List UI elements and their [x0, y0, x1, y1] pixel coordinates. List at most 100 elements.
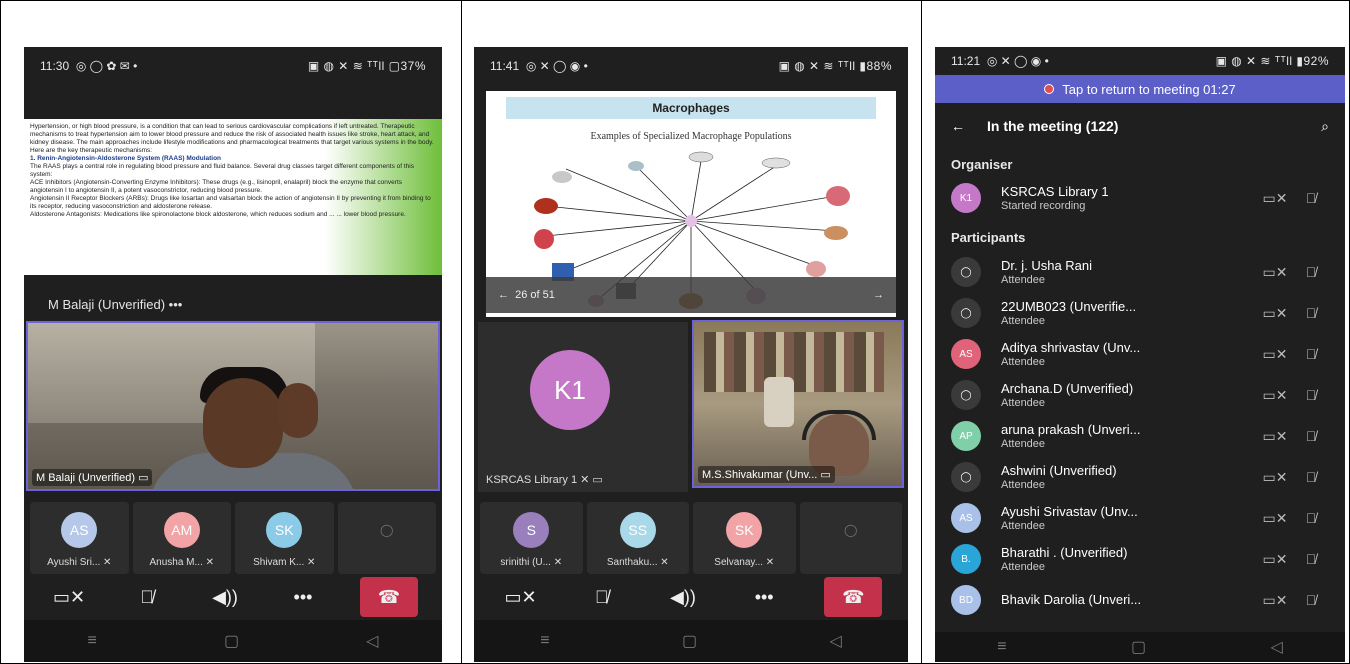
- search-icon[interactable]: ⌕: [1321, 118, 1329, 135]
- avatar: AS: [951, 503, 981, 533]
- android-nav-bar: ≡ ▢ ◁: [24, 620, 442, 662]
- recent-apps-icon[interactable]: ≡: [540, 632, 549, 650]
- participant-row[interactable]: ◯ Ashwini (Unverified) Attendee ▭✕ 🎙̸: [935, 458, 1345, 496]
- participant-video[interactable]: M.S.Shivakumar (Unv... ▭: [692, 320, 904, 488]
- status-bar: 11:41 ◎ ✕ ◯ ◉ • ▣ ◍ ✕ ≋ ᵀᵀll ▮88%: [474, 47, 908, 85]
- organiser-row[interactable]: K1 KSRCAS Library 1 Started recording ▭✕…: [935, 179, 1345, 217]
- participant-row[interactable]: AS Aditya shrivastav (Unv... Attendee ▭✕ 🎙̸: [935, 335, 1345, 373]
- camera-off-icon: ▭✕: [1262, 386, 1288, 403]
- home-icon[interactable]: ▢: [1131, 637, 1146, 657]
- organiser-header: Organiser: [951, 157, 1013, 172]
- participant-tile[interactable]: SS Santhaku... ✕: [586, 502, 689, 574]
- speaker-icon[interactable]: ◀)): [204, 576, 246, 618]
- video-background: [28, 323, 438, 489]
- status-icons: ◎ ✕ ◯ ◉ •: [986, 54, 1049, 68]
- mic-off-icon: 🎙̸: [1305, 305, 1317, 321]
- status-icons: ◎ ✕ ◯ ◉ •: [525, 59, 588, 73]
- mic-off-icon[interactable]: 🎙̸: [126, 576, 168, 618]
- avatar: ◯: [951, 298, 981, 328]
- avatar: ◯: [951, 380, 981, 410]
- participant-tile-name: Selvanay... ✕: [714, 557, 775, 568]
- prev-slide-icon[interactable]: ←: [498, 289, 509, 301]
- participant-tile[interactable]: AS Ayushi Sri... ✕: [30, 502, 129, 574]
- avatar: B.: [951, 544, 981, 574]
- camera-off-icon: ▭✕: [1262, 263, 1288, 280]
- participant-role: Attendee: [1001, 479, 1046, 491]
- avatar: ◯: [951, 257, 981, 287]
- back-arrow-icon[interactable]: ←: [951, 118, 965, 134]
- mic-off-icon: 🎙̸: [1305, 592, 1317, 608]
- next-slide-icon[interactable]: →: [873, 289, 884, 301]
- participant-row[interactable]: ◯ 22UMB023 (Unverifie... Attendee ▭✕ 🎙̸: [935, 294, 1345, 332]
- camera-off-icon[interactable]: ▭✕: [48, 576, 90, 618]
- more-icon[interactable]: •••: [282, 576, 324, 618]
- status-right-icons: ▣ ◍ ✕ ≋ ᵀᵀll ▮88%: [778, 59, 892, 73]
- recent-apps-icon[interactable]: ≡: [88, 632, 97, 650]
- participant-row[interactable]: AP aruna prakash (Unveri... Attendee ▭✕ 🎙̸: [935, 417, 1345, 455]
- slide-navigation: ← 26 of 51 →: [486, 277, 896, 313]
- slide-counter: 26 of 51: [515, 289, 555, 301]
- status-time: 11:30: [40, 59, 70, 73]
- participant-tiles: Ssrinithi (U... ✕ SS Santhaku... ✕ SK Selvan…: [474, 502, 908, 574]
- hangup-button[interactable]: ☎: [824, 577, 883, 617]
- participant-name: Ayushi Srivastav (Unv...: [1001, 504, 1138, 519]
- camera-off-icon: ▭✕: [1262, 509, 1288, 526]
- avatar: AP: [951, 421, 981, 451]
- participant-tile[interactable]: SK Selvanay... ✕: [693, 502, 796, 574]
- avatar: AM: [163, 512, 200, 548]
- slide-paragraph: 1. Renin-Angiotensin-Aldosterone System …: [30, 155, 222, 162]
- participant-row[interactable]: ◯ Archana.D (Unverified) Attendee ▭✕ 🎙̸: [935, 376, 1345, 414]
- mic-off-icon: 🎙̸: [1305, 190, 1317, 206]
- slide-paragraph: Aldosterone Antagonists: Medications lik…: [30, 211, 406, 218]
- mic-off-icon: 🎙̸: [1305, 551, 1317, 567]
- home-icon[interactable]: ▢: [224, 631, 239, 651]
- hangup-button[interactable]: ☎: [360, 577, 418, 617]
- camera-off-icon: ▭✕: [1262, 591, 1288, 608]
- participant-role: Attendee: [1001, 438, 1046, 450]
- slide-paragraph: Hypertension, or high blood pressure, is…: [30, 123, 434, 154]
- participant-row[interactable]: AS Ayushi Srivastav (Unv... Attendee ▭✕ 🎙̸: [935, 499, 1345, 537]
- back-icon[interactable]: ◁: [829, 631, 841, 651]
- participant-tile[interactable]: Ssrinithi (U... ✕: [480, 502, 583, 574]
- participant-tile-name: Santhaku... ✕: [606, 557, 669, 568]
- participant-row[interactable]: BD Bhavik Darolia (Unveri... ▭✕ 🎙̸: [935, 581, 1345, 619]
- avatar: ◯: [951, 462, 981, 492]
- participant-row[interactable]: B. Bharathi . (Unverified) Attendee ▭✕ 🎙̸: [935, 540, 1345, 578]
- mic-off-icon: 🎙̸: [1305, 510, 1317, 526]
- participant-name: Bharathi . (Unverified): [1001, 545, 1128, 560]
- android-nav-bar: ≡ ▢ ◁: [935, 632, 1345, 662]
- shared-slide[interactable]: Hypertension, or high blood pressure, is…: [24, 119, 442, 275]
- return-to-meeting-banner[interactable]: Tap to return to meeting 01:27: [935, 75, 1345, 103]
- android-nav-bar: ≡ ▢ ◁: [474, 620, 908, 662]
- camera-off-icon[interactable]: ▭✕: [500, 576, 542, 618]
- participant-role: Attendee: [1001, 520, 1046, 532]
- divider: [461, 0, 462, 664]
- camera-off-icon: ▭✕: [1262, 189, 1288, 206]
- recent-apps-icon[interactable]: ≡: [997, 638, 1006, 656]
- participant-tile[interactable]: SK Shivam K... ✕: [235, 502, 334, 574]
- roster-header: ← In the meeting (122) ⌕: [935, 103, 1345, 149]
- self-tile[interactable]: K1 KSRCAS Library 1 ✕ ▭: [478, 322, 688, 492]
- participant-tile[interactable]: ◯: [337, 502, 436, 574]
- avatar: AS: [61, 512, 98, 548]
- home-icon[interactable]: ▢: [682, 631, 697, 651]
- presenter-name[interactable]: M Balaji (Unverified) •••: [48, 297, 182, 312]
- slide-paragraph: Angiotensin II Receptor Blockers (ARBs):…: [30, 195, 431, 210]
- self-name-label: KSRCAS Library 1 ✕ ▭: [486, 474, 603, 486]
- more-icon[interactable]: •••: [743, 576, 785, 618]
- back-icon[interactable]: ◁: [1270, 637, 1282, 657]
- participant-tile[interactable]: AM Anusha M... ✕: [132, 502, 231, 574]
- back-icon[interactable]: ◁: [366, 631, 378, 651]
- camera-off-icon: ▭✕: [1262, 468, 1288, 485]
- status-bar: 11:21 ◎ ✕ ◯ ◉ • ▣ ◍ ✕ ≋ ᵀᵀll ▮92%: [935, 47, 1345, 75]
- participant-tile[interactable]: ◯: [799, 502, 902, 574]
- presenter-video[interactable]: M Balaji (Unverified) ▭: [26, 321, 440, 491]
- self-avatar: K1: [530, 350, 610, 430]
- speaker-icon[interactable]: ◀)): [662, 576, 704, 618]
- participant-tile-name: Ayushi Sri... ✕: [47, 557, 112, 568]
- call-controls: ▭✕ 🎙̸ ◀)) ••• ☎: [24, 572, 442, 622]
- participant-row[interactable]: ◯ Dr. j. Usha Rani Attendee ▭✕ 🎙̸: [935, 253, 1345, 291]
- mic-off-icon[interactable]: 🎙̸: [581, 576, 623, 618]
- participant-tile-name: srinithi (U... ✕: [500, 557, 563, 568]
- avatar: ◯: [380, 523, 394, 537]
